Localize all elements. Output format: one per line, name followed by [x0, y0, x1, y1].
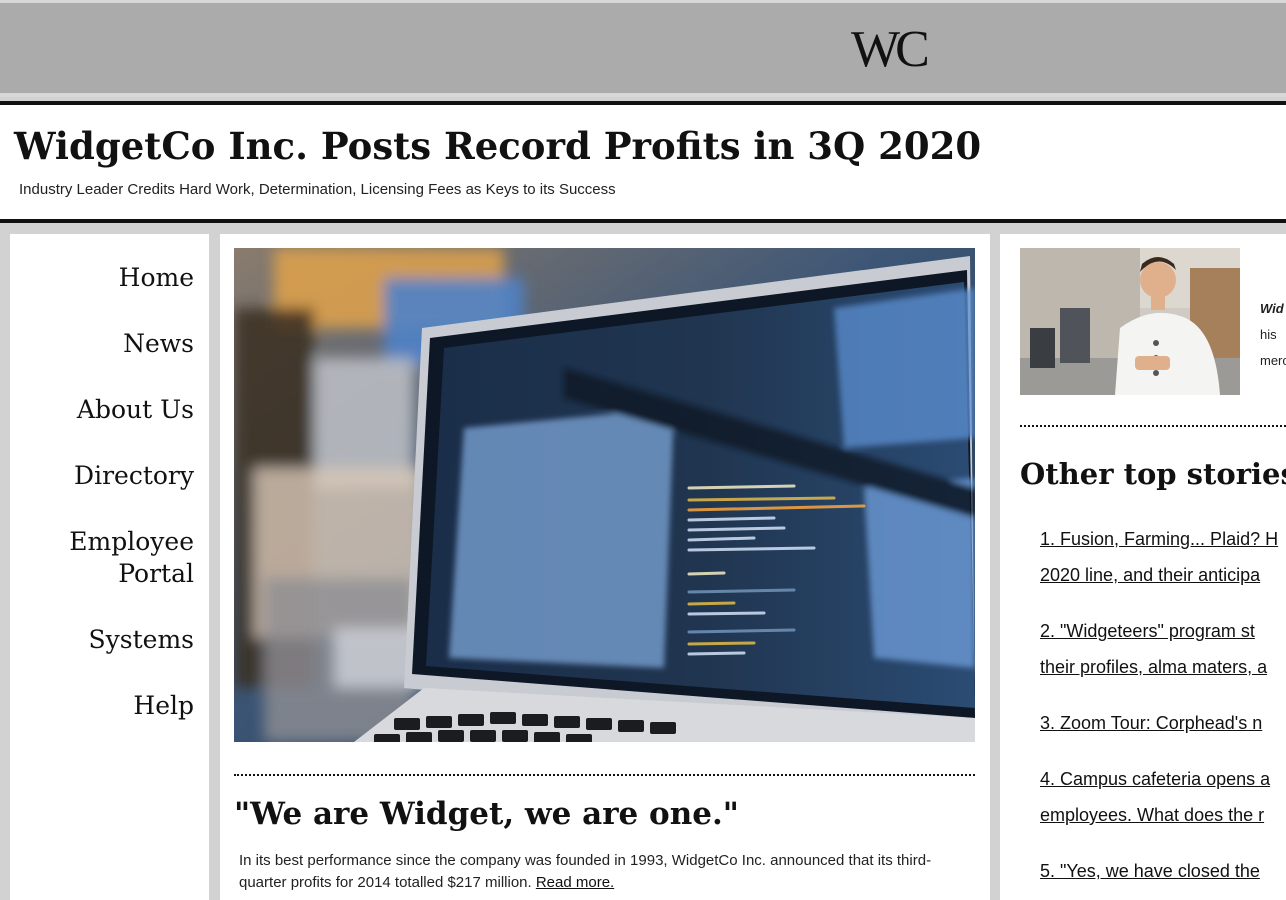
- chef-caption: Wid his merc: [1260, 296, 1286, 374]
- sidebar-nav: Home News About Us Directory Employee Po…: [10, 234, 209, 900]
- other-stories-heading: Other top stories fo: [1020, 457, 1286, 491]
- story-item-3[interactable]: 3. Zoom Tour: Corphead's n: [1040, 705, 1286, 741]
- read-more-link[interactable]: Read more.: [536, 874, 614, 891]
- chef-caption-line3: merc: [1260, 353, 1286, 368]
- story-link-4-line1[interactable]: 4. Campus cafeteria opens a: [1040, 769, 1270, 789]
- laptop-illustration: [234, 248, 975, 742]
- nav-item-news[interactable]: News: [14, 328, 194, 360]
- nav-item-help[interactable]: Help: [14, 690, 194, 722]
- story-link-5-line1[interactable]: 5. "Yes, we have closed the: [1040, 861, 1260, 881]
- chef-caption-line2: his: [1260, 327, 1277, 342]
- nav-item-systems[interactable]: Systems: [14, 624, 194, 656]
- article-summary: In its best performance since the compan…: [239, 850, 959, 894]
- chef-caption-name: Wid: [1260, 301, 1284, 316]
- story-link-1-line1[interactable]: 1. Fusion, Farming... Plaid? H: [1040, 529, 1278, 549]
- content-divider: [234, 774, 975, 776]
- page-header: WidgetCo Inc. Posts Record Profits in 3Q…: [0, 101, 1286, 223]
- story-link-4-line2[interactable]: employees. What does the r: [1040, 805, 1264, 825]
- story-item-4[interactable]: 4. Campus cafeteria opens a employees. W…: [1040, 761, 1286, 833]
- nav-item-employee-portal[interactable]: Employee Portal: [14, 526, 194, 590]
- nav-item-employee-portal-line1: Employee: [69, 527, 194, 556]
- page-title: WidgetCo Inc. Posts Record Profits in 3Q…: [14, 124, 982, 168]
- top-banner: WC: [0, 0, 1286, 97]
- nav-item-home[interactable]: Home: [14, 262, 194, 294]
- top-banner-bar: WC: [0, 3, 1286, 93]
- story-item-5[interactable]: 5. "Yes, we have closed the: [1040, 853, 1286, 889]
- chef-illustration: [1020, 248, 1240, 395]
- story-item-2[interactable]: 2. "Widgeteers" program st their profile…: [1040, 613, 1286, 685]
- story-link-1-line2[interactable]: 2020 line, and their anticipa: [1040, 565, 1260, 585]
- story-link-2-line1[interactable]: 2. "Widgeteers" program st: [1040, 621, 1255, 641]
- nav-item-about-us[interactable]: About Us: [14, 394, 194, 426]
- page-subtitle: Industry Leader Credits Hard Work, Deter…: [19, 181, 616, 198]
- main-content: "We are Widget, we are one." In its best…: [220, 234, 990, 900]
- nav-item-directory[interactable]: Directory: [14, 460, 194, 492]
- hero-image-laptop: [234, 248, 975, 742]
- chef-photo: [1020, 248, 1240, 395]
- sidebar-divider: [1020, 425, 1286, 427]
- company-logo[interactable]: WC: [851, 24, 930, 76]
- nav-item-employee-portal-line2: Portal: [118, 559, 194, 588]
- story-link-2-line2[interactable]: their profiles, alma maters, a: [1040, 657, 1267, 677]
- story-item-1[interactable]: 1. Fusion, Farming... Plaid? H 2020 line…: [1040, 521, 1286, 593]
- story-link-3-line1[interactable]: 3. Zoom Tour: Corphead's n: [1040, 713, 1262, 733]
- article-headline: "We are Widget, we are one.": [234, 796, 739, 832]
- right-sidebar: Wid his merc Other top stories fo 1. Fus…: [1000, 234, 1286, 900]
